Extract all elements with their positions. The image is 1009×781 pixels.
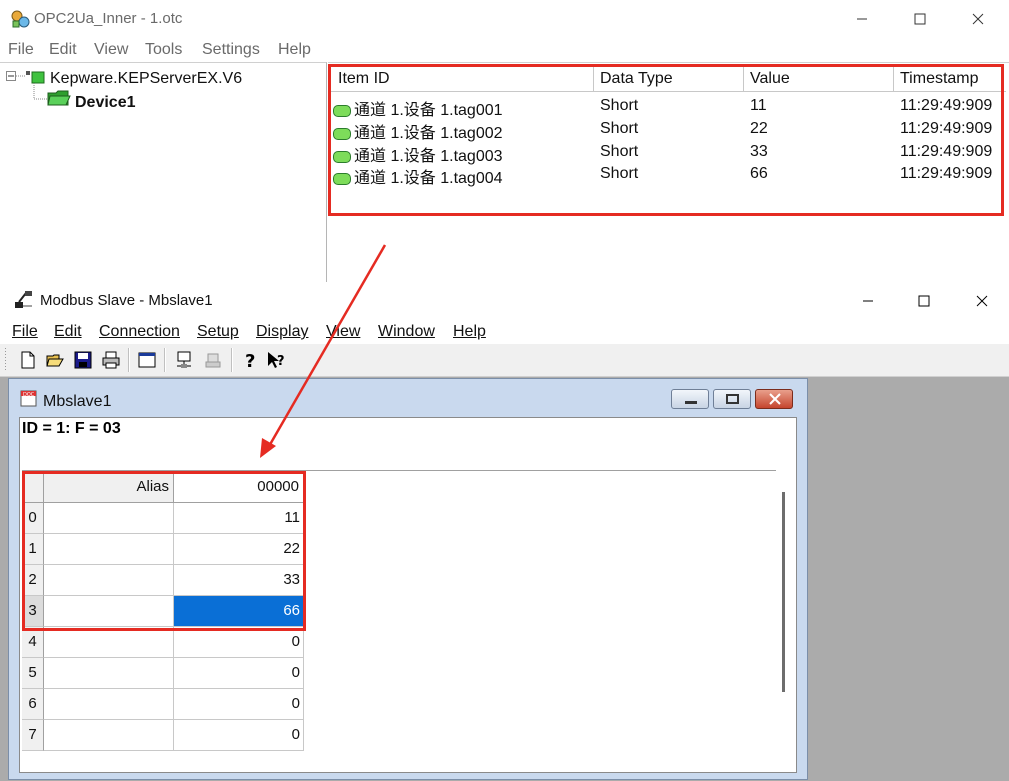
maximize-button[interactable] [899, 282, 949, 320]
row-index: 7 [22, 720, 44, 751]
disconnect-icon[interactable] [203, 350, 223, 370]
mbslave1-child-window: DOC Mbslave1 ID = 1: F = 03 Alias 00000 … [8, 378, 808, 780]
alias-cell[interactable] [44, 627, 174, 658]
opc-window-title: OPC2Ua_Inner - 1.otc [34, 10, 183, 27]
menu-window[interactable]: Window [378, 323, 435, 341]
close-icon [769, 393, 781, 405]
register-value-cell[interactable]: 0 [174, 689, 304, 720]
opc-app-icon [11, 10, 30, 28]
restore-icon [726, 394, 739, 404]
alias-cell[interactable] [44, 658, 174, 689]
row-index: 5 [22, 658, 44, 689]
maximize-button[interactable] [895, 0, 945, 38]
register-value-cell[interactable]: 0 [174, 627, 304, 658]
opc-menu-settings[interactable]: Settings [202, 41, 260, 59]
opc-menu-file[interactable]: File [8, 41, 34, 59]
menu-connection[interactable]: Connection [99, 323, 180, 341]
svg-text:?: ? [245, 351, 255, 370]
modbus-app-icon [15, 291, 32, 308]
row-index: 4 [22, 627, 44, 658]
menu-view[interactable]: View [326, 323, 360, 341]
opc-values-highlight [328, 64, 1004, 216]
toolbar-grip [5, 348, 6, 372]
menu-file[interactable]: File [12, 323, 38, 341]
save-icon[interactable] [73, 350, 93, 370]
child-restore-button[interactable] [713, 389, 751, 409]
minimize-button[interactable] [837, 0, 887, 38]
close-icon [976, 295, 988, 307]
row-index: 6 [22, 689, 44, 720]
grid-vertical-scrollbar[interactable] [776, 470, 794, 770]
menu-setup[interactable]: Setup [197, 323, 239, 341]
alias-cell[interactable] [44, 720, 174, 751]
slave-status-line: ID = 1: F = 03 [22, 420, 121, 437]
toolbar-separator [231, 348, 233, 372]
opc-menu-view[interactable]: View [94, 41, 128, 59]
child-close-button[interactable] [755, 389, 793, 409]
modbus-titlebar: Modbus Slave - Mbslave1 [0, 282, 1009, 320]
minimize-icon [685, 401, 697, 404]
opc-titlebar: OPC2Ua_Inner - 1.otc [0, 0, 1009, 38]
menu-edit[interactable]: Edit [54, 323, 82, 341]
help-icon[interactable]: ? [240, 350, 260, 370]
minimize-button[interactable] [843, 282, 893, 320]
close-icon [972, 13, 984, 25]
maximize-icon [918, 295, 930, 307]
connect-icon[interactable] [174, 350, 194, 370]
tree-server-label[interactable]: Kepware.KEPServerEX.V6 [50, 70, 242, 88]
opc-menubar: File Edit View Tools Settings Help [0, 38, 1009, 62]
modbus-menubar: File Edit Connection Setup Display View … [0, 320, 1009, 344]
register-value-cell[interactable]: 0 [174, 658, 304, 689]
device-folder-icon [33, 83, 71, 106]
alias-cell[interactable] [44, 689, 174, 720]
minimize-icon [863, 300, 873, 302]
child-minimize-button[interactable] [671, 389, 709, 409]
open-icon[interactable] [45, 350, 65, 370]
modbus-toolbar: ? ? [0, 344, 1009, 377]
opc-menu-help[interactable]: Help [278, 41, 311, 59]
child-window-title: Mbslave1 [43, 393, 112, 410]
modbus-slave-window: Modbus Slave - Mbslave1 File Edit Connec… [0, 282, 1009, 781]
scrollbar-thumb[interactable] [782, 492, 785, 692]
modbus-values-highlight [22, 471, 306, 631]
opc-menu-tools[interactable]: Tools [145, 41, 182, 59]
maximize-icon [914, 13, 926, 25]
opc-menu-edit[interactable]: Edit [49, 41, 77, 59]
tree-device-label[interactable]: Device1 [75, 94, 136, 112]
svg-text:DOC: DOC [23, 392, 35, 398]
minimize-icon [857, 18, 867, 20]
menu-help[interactable]: Help [453, 323, 486, 341]
close-button[interactable] [957, 282, 1007, 320]
register-value-cell[interactable]: 0 [174, 720, 304, 751]
toolbar-separator [128, 348, 130, 372]
close-button[interactable] [953, 0, 1003, 38]
document-icon: DOC [20, 390, 37, 407]
print-icon[interactable] [101, 350, 121, 370]
modbus-window-title: Modbus Slave - Mbslave1 [40, 292, 213, 309]
window-icon[interactable] [137, 350, 157, 370]
menu-display[interactable]: Display [256, 323, 308, 341]
toolbar-separator [164, 348, 166, 372]
opc-client-window: OPC2Ua_Inner - 1.otc File Edit View Tool… [0, 0, 1009, 283]
new-icon[interactable] [18, 350, 38, 370]
svg-text:?: ? [277, 354, 285, 369]
context-help-icon[interactable]: ? [266, 350, 286, 370]
server-tree: Kepware.KEPServerEX.V6 Device1 [0, 62, 327, 283]
